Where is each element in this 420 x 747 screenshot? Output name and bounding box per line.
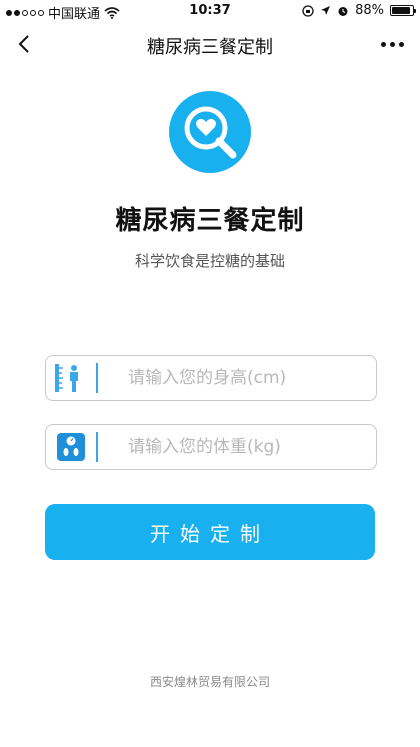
start-customize-button[interactable]: 开始定制 [45,504,375,560]
weight-input[interactable] [98,427,376,467]
weight-scale-icon [46,425,96,469]
nav-title: 糖尿病三餐定制 [147,37,273,58]
height-input[interactable] [98,358,376,398]
battery-fill [392,7,410,14]
rotation-lock-icon [302,4,314,17]
nav-bar: 糖尿病三餐定制 [0,22,420,66]
search-heart-logo-icon [169,91,251,173]
status-right: 88% [302,3,416,18]
page-title: 糖尿病三餐定制 [115,206,305,236]
alarm-icon [338,6,348,16]
battery-icon [390,5,416,16]
status-bar: 中国联通 10:37 88% [0,0,420,22]
company-footer: 西安煌林贸易有限公司 [149,675,270,689]
location-icon [321,6,331,15]
battery-percent: 88% [355,3,384,18]
more-menu-button[interactable] [374,28,410,60]
height-field [45,355,377,401]
more-dot-icon [398,41,404,47]
page-subtitle: 科学饮食是控糖的基础 [134,252,285,270]
height-ruler-icon [46,356,96,400]
more-dot-icon [380,41,386,47]
weight-field [45,424,377,470]
more-dot-icon [389,41,395,47]
